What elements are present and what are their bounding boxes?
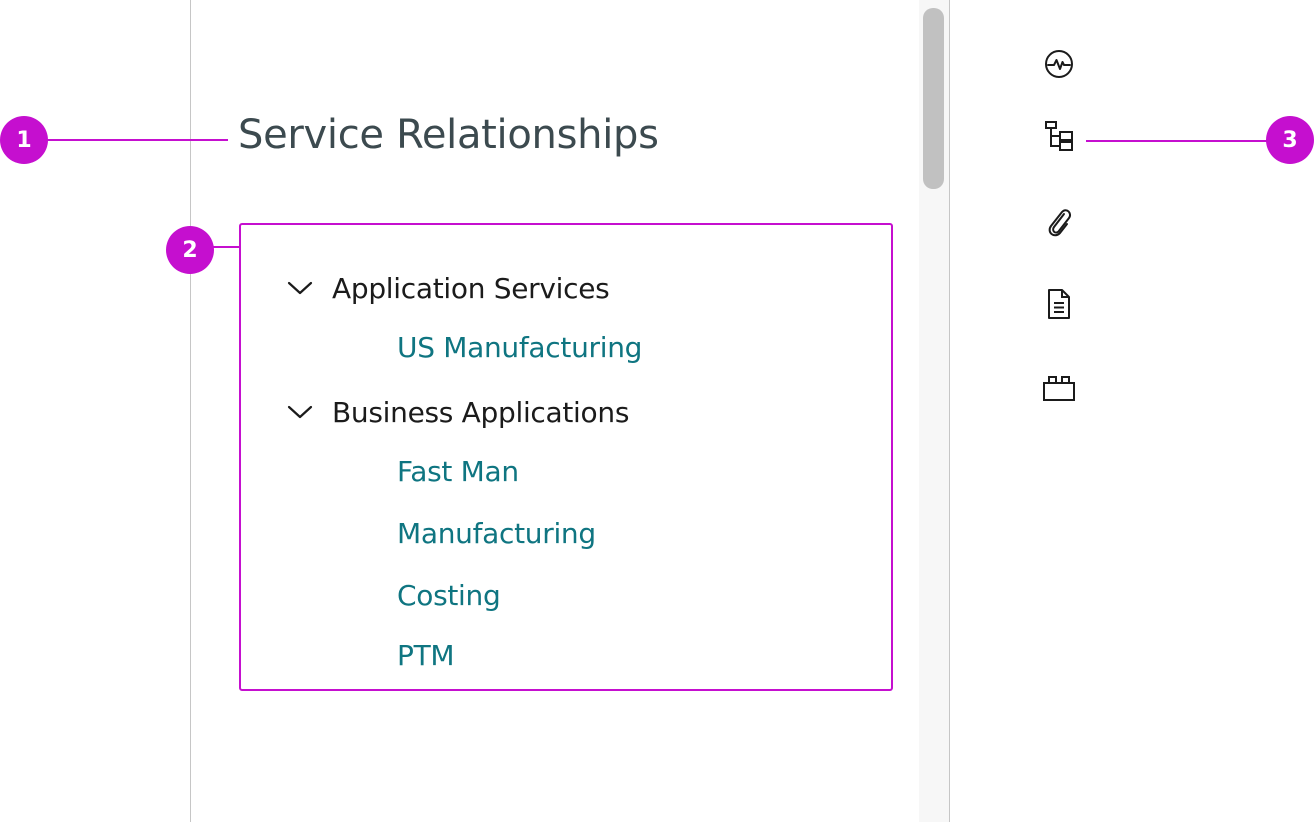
callout-line-2 — [210, 246, 241, 248]
chevron-down-icon[interactable] — [285, 402, 315, 422]
scrollbar-thumb[interactable] — [923, 8, 944, 189]
service-relationships-view: Service Relationships Application Servic… — [0, 0, 1314, 822]
document-icon[interactable] — [1042, 287, 1076, 321]
callout-line-1 — [44, 139, 228, 141]
right-rail-divider — [949, 0, 950, 822]
tree-group-label: Application Services — [332, 271, 610, 305]
callout-marker-1: 1 — [0, 116, 48, 164]
page-title: Service Relationships — [238, 112, 659, 158]
callout-marker-2: 2 — [166, 226, 214, 274]
tree-item-ptm[interactable]: PTM — [397, 636, 455, 676]
tree-item-costing[interactable]: Costing — [397, 576, 501, 616]
callout-marker-3: 3 — [1266, 116, 1314, 164]
tree-item-manufacturing[interactable]: Manufacturing — [397, 514, 596, 554]
tree-group-application-services[interactable]: Application Services — [285, 268, 610, 308]
attachment-icon[interactable] — [1042, 205, 1076, 239]
modules-icon[interactable] — [1042, 371, 1076, 405]
hierarchy-icon[interactable] — [1042, 119, 1076, 153]
activity-icon[interactable] — [1042, 47, 1076, 81]
left-panel-divider — [190, 0, 191, 822]
tree-group-business-applications[interactable]: Business Applications — [285, 392, 629, 432]
tree-item-fast-man[interactable]: Fast Man — [397, 452, 519, 492]
callout-line-3 — [1086, 140, 1272, 142]
chevron-down-icon[interactable] — [285, 278, 315, 298]
tree-item-us-manufacturing[interactable]: US Manufacturing — [397, 328, 642, 368]
tree-group-label: Business Applications — [332, 395, 630, 429]
